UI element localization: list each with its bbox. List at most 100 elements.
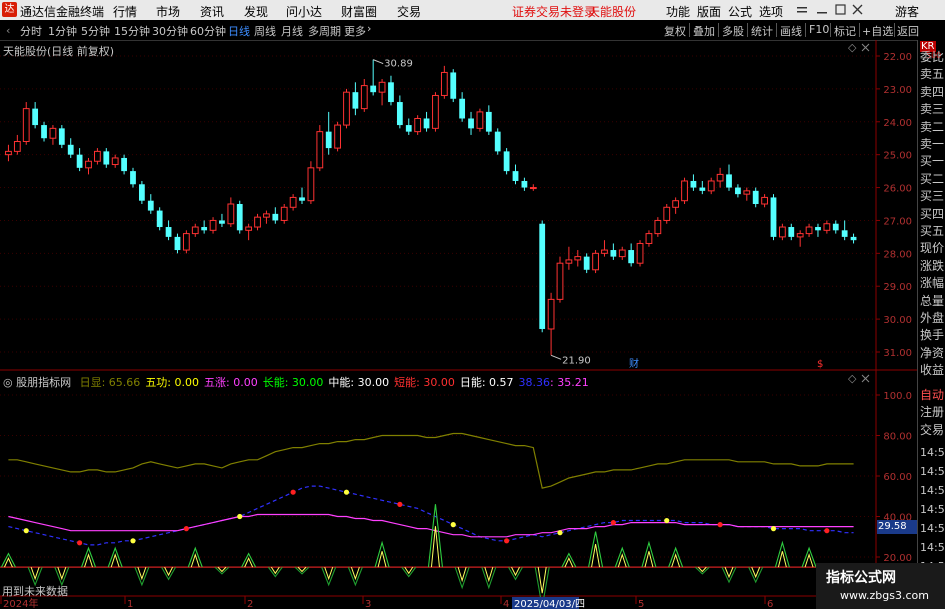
indicator-settings-icon[interactable]: ◇ bbox=[848, 372, 857, 385]
quote-side-panel: KR 500 委比 卖五 卖四 卖三 卖二 卖一 买一 买二 买三 买四 买五 现价 涨跌 涨幅 总量 外盘换… bbox=[917, 40, 945, 609]
chart-annotations: 30.89 21.90 财 $ bbox=[372, 59, 823, 370]
signal-dot bbox=[77, 540, 83, 546]
quote-label: 卖五 bbox=[920, 67, 945, 82]
spike-green bbox=[294, 566, 310, 575]
candle-body-up bbox=[601, 249, 608, 254]
candle-body-up bbox=[716, 173, 724, 182]
spike-green bbox=[508, 566, 523, 581]
signal-dot bbox=[237, 513, 243, 520]
indicator-legend-item: : 35.21 bbox=[550, 376, 589, 389]
panel-action-label[interactable]: 注册 bbox=[920, 403, 944, 420]
spike-green bbox=[161, 566, 177, 581]
panel-action-label[interactable]: 自动 bbox=[920, 386, 944, 403]
candle-body-up bbox=[343, 91, 350, 126]
candle-body-down bbox=[130, 171, 136, 185]
panel-action-label[interactable]: 交易 bbox=[920, 421, 944, 438]
price-y-ticks: 31.00 30.00 29.00 28.00 27.00 26.00 25.00 24.00… bbox=[876, 52, 912, 359]
candle-body-up bbox=[592, 252, 599, 271]
price-tick-label: 29.00 bbox=[883, 282, 912, 293]
indicator-dots bbox=[23, 489, 830, 546]
candle-body-up bbox=[334, 124, 341, 149]
indicator-legend-item: 日显: 65.66 bbox=[79, 376, 141, 389]
spike-green bbox=[748, 566, 764, 584]
candle-body-down bbox=[841, 230, 848, 237]
signal-dot bbox=[397, 501, 403, 507]
quote-label: 外盘 bbox=[920, 311, 945, 325]
spike-green bbox=[214, 566, 230, 575]
svg-text:◇: ◇ bbox=[848, 372, 857, 385]
high-label: 30.89 bbox=[384, 59, 413, 70]
candle-body-down bbox=[459, 98, 466, 119]
candle-body-up bbox=[823, 223, 831, 231]
candle-body-down bbox=[138, 184, 145, 201]
candle-body-down bbox=[850, 236, 857, 241]
candle-body-down bbox=[503, 151, 510, 172]
candle-body-up bbox=[743, 190, 751, 195]
quote-label: 买一 bbox=[920, 154, 945, 169]
candle-body-down bbox=[468, 118, 474, 129]
candle-body-up bbox=[182, 233, 190, 251]
event-marker: $ bbox=[817, 359, 823, 370]
indicator-values: 日显: 65.66 五功: 0.00 五涨: 0.00 长能: 30.00 中能: 30… bbox=[75, 376, 589, 389]
indicator-tick-label: 80.00 bbox=[883, 432, 912, 443]
candle-body-down bbox=[299, 197, 305, 201]
indicator-legend-item: 日能: 0.57 bbox=[459, 376, 514, 389]
price-tick-label: 23.00 bbox=[883, 85, 912, 96]
candle-body-up bbox=[707, 180, 715, 192]
quote-label: 买五 bbox=[920, 224, 945, 238]
signal-dot bbox=[450, 522, 456, 528]
candle-body-up bbox=[13, 141, 21, 152]
spike-green bbox=[241, 552, 257, 568]
signal-dot bbox=[343, 489, 350, 495]
current-value-badge: 29.58 bbox=[877, 520, 918, 534]
indicator-spikes bbox=[0, 504, 844, 608]
quote-label: 涨幅 bbox=[920, 276, 945, 291]
signal-dot bbox=[664, 517, 670, 524]
quote-label: 现价 bbox=[920, 241, 945, 256]
watermark: 指标公式网 www.zbgs3.com bbox=[816, 563, 945, 609]
candle-body-up bbox=[432, 94, 439, 129]
indicator-name[interactable]: 股朋指标网 bbox=[16, 376, 71, 389]
candle-body-up bbox=[5, 150, 12, 156]
candle-body-up bbox=[440, 71, 448, 96]
chart-close-icon[interactable] bbox=[861, 43, 870, 52]
x-tick-label: 1 bbox=[127, 599, 133, 609]
chart-canvas: 31.00 30.00 29.00 28.00 27.00 26.00 25.00 24.00… bbox=[0, 40, 917, 609]
chart-settings-icon[interactable]: ◇ bbox=[848, 41, 857, 54]
candle-body-down bbox=[405, 125, 412, 132]
signal-dot bbox=[557, 530, 563, 536]
candle-body-up bbox=[85, 160, 92, 169]
signal-dot bbox=[290, 489, 296, 495]
spike-green bbox=[267, 566, 283, 578]
high-pointer bbox=[372, 59, 384, 65]
candle-body-down bbox=[628, 250, 635, 264]
x-tick-label: 5 bbox=[638, 599, 644, 609]
quote-label: 涨跌 bbox=[920, 258, 945, 273]
candle-body-down bbox=[121, 157, 127, 172]
candle-body-down bbox=[485, 111, 492, 132]
signal-dot bbox=[610, 519, 616, 526]
signal-dot bbox=[504, 538, 510, 544]
candle-body-up bbox=[307, 167, 315, 202]
price-tick-label: 27.00 bbox=[883, 216, 912, 227]
candle-body-down bbox=[41, 125, 47, 139]
candle-body-down bbox=[770, 197, 777, 237]
candle-body-down bbox=[201, 227, 208, 231]
price-tick-label: 28.00 bbox=[883, 249, 912, 260]
spike-green bbox=[107, 546, 123, 568]
olive-line bbox=[8, 432, 854, 489]
indicator-tick-label: 60.00 bbox=[883, 472, 912, 483]
indicator-close-icon[interactable] bbox=[861, 374, 870, 383]
candle-body-down bbox=[58, 128, 65, 145]
candle-body-down bbox=[396, 102, 403, 126]
quote-label: 买二 bbox=[920, 171, 945, 186]
candle-body-down bbox=[272, 213, 279, 221]
price-tick-label: 22.00 bbox=[883, 52, 912, 63]
indicator-y-ticks: 100.080.0060.0040.0020.00 bbox=[876, 391, 912, 564]
spike-green bbox=[454, 566, 470, 590]
indicator-legend-item: 中能: 30.00 bbox=[328, 376, 390, 389]
indicator-collapse-icon[interactable]: ◎ bbox=[3, 376, 13, 389]
candle-body-up bbox=[778, 226, 786, 238]
price-tick-label: 25.00 bbox=[883, 151, 912, 162]
watermark-url: www.zbgs3.com bbox=[840, 589, 929, 602]
